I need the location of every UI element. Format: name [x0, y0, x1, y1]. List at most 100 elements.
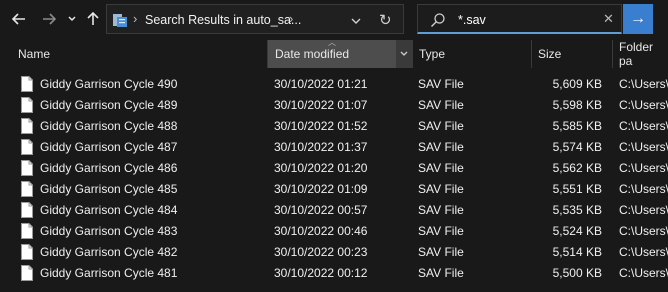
file-path: C:\Users\ — [619, 77, 668, 91]
file-row[interactable]: Giddy Garrison Cycle 482 30/10/2022 00:2… — [0, 242, 668, 263]
file-row[interactable]: Giddy Garrison Cycle 486 30/10/2022 01:2… — [0, 158, 668, 179]
file-icon — [21, 160, 33, 176]
file-path: C:\Users\ — [619, 245, 668, 259]
file-date: 30/10/2022 01:37 — [274, 140, 368, 154]
file-row[interactable]: Giddy Garrison Cycle 485 30/10/2022 01:0… — [0, 179, 668, 200]
file-date: 30/10/2022 01:09 — [274, 182, 368, 196]
column-header-folder-path[interactable]: Folder pa — [612, 40, 668, 68]
column-header-name[interactable]: Name — [0, 40, 267, 68]
arrow-right-icon: → — [630, 10, 646, 27]
breadcrumb-chevron-icon[interactable]: › — [133, 11, 137, 26]
file-name: Giddy Garrison Cycle 485 — [40, 182, 178, 196]
file-name: Giddy Garrison Cycle 483 — [40, 224, 178, 238]
file-name: Giddy Garrison Cycle 489 — [40, 98, 178, 112]
file-size: 5,585 KB — [552, 119, 602, 133]
column-header-date-label: Date modified — [275, 47, 350, 61]
file-date: 30/10/2022 01:21 — [274, 77, 368, 91]
file-path: C:\Users\ — [619, 98, 668, 112]
file-date: 30/10/2022 01:52 — [274, 119, 368, 133]
file-type: SAV File — [418, 98, 464, 112]
file-name: Giddy Garrison Cycle 487 — [40, 140, 178, 154]
file-date: 30/10/2022 00:12 — [274, 266, 368, 280]
file-path: C:\Users\ — [619, 224, 668, 238]
file-icon — [21, 181, 33, 197]
recent-locations-chevron-icon[interactable] — [64, 8, 80, 30]
file-type: SAV File — [418, 119, 464, 133]
file-icon — [21, 265, 33, 281]
search-box[interactable]: *.sav ✕ — [417, 4, 622, 34]
file-type: SAV File — [418, 224, 464, 238]
file-icon — [21, 118, 33, 134]
file-path: C:\Users\ — [619, 161, 668, 175]
address-bar[interactable]: › Search Results in auto_sa... › ↻ — [106, 4, 404, 34]
file-type: SAV File — [418, 77, 464, 91]
address-dropdown-chevron-icon[interactable] — [351, 13, 361, 31]
file-row[interactable]: Giddy Garrison Cycle 481 30/10/2022 00:1… — [0, 263, 668, 284]
file-type: SAV File — [418, 245, 464, 259]
file-name: Giddy Garrison Cycle 486 — [40, 161, 178, 175]
column-header-row: Name ︿ Date modified Type Size Folder pa — [0, 38, 668, 68]
file-icon — [21, 244, 33, 260]
file-icon — [21, 223, 33, 239]
file-size: 5,551 KB — [552, 182, 602, 196]
file-date: 30/10/2022 00:57 — [274, 203, 368, 217]
file-size: 5,524 KB — [552, 224, 602, 238]
up-arrow-icon[interactable] — [84, 8, 102, 30]
file-name: Giddy Garrison Cycle 484 — [40, 203, 178, 217]
column-header-type-label: Type — [419, 47, 446, 61]
file-row[interactable]: Giddy Garrison Cycle 484 30/10/2022 00:5… — [0, 200, 668, 221]
file-size: 5,514 KB — [552, 245, 602, 259]
search-results-folder-icon — [112, 12, 128, 33]
file-size: 5,609 KB — [552, 77, 602, 91]
file-path: C:\Users\ — [619, 182, 668, 196]
file-type: SAV File — [418, 203, 464, 217]
file-type: SAV File — [418, 140, 464, 154]
file-size: 5,562 KB — [552, 161, 602, 175]
column-header-date-modified[interactable]: ︿ Date modified — [267, 38, 396, 68]
file-size: 5,598 KB — [552, 98, 602, 112]
file-path: C:\Users\ — [619, 140, 668, 154]
clear-search-icon[interactable]: ✕ — [603, 11, 614, 27]
file-name: Giddy Garrison Cycle 481 — [40, 266, 178, 280]
file-size: 5,500 KB — [552, 266, 602, 280]
forward-arrow-icon[interactable] — [38, 8, 60, 30]
file-icon — [21, 139, 33, 155]
file-icon — [21, 202, 33, 218]
column-header-size[interactable]: Size — [531, 40, 612, 68]
file-row[interactable]: Giddy Garrison Cycle 487 30/10/2022 01:3… — [0, 137, 668, 158]
file-date: 30/10/2022 01:20 — [274, 161, 368, 175]
file-path: C:\Users\ — [619, 119, 668, 133]
sort-ascending-icon: ︿ — [328, 38, 336, 47]
search-input[interactable]: *.sav — [458, 13, 486, 27]
file-date: 30/10/2022 01:07 — [274, 98, 368, 112]
file-type: SAV File — [418, 161, 464, 175]
file-name: Giddy Garrison Cycle 490 — [40, 77, 178, 91]
column-header-name-label: Name — [18, 47, 51, 61]
file-row[interactable]: Giddy Garrison Cycle 490 30/10/2022 01:2… — [0, 74, 668, 95]
back-arrow-icon[interactable] — [8, 8, 30, 30]
column-header-size-label: Size — [538, 47, 562, 61]
file-list: Giddy Garrison Cycle 490 30/10/2022 01:2… — [0, 74, 668, 284]
search-go-button[interactable]: → — [623, 4, 653, 34]
file-date: 30/10/2022 00:23 — [274, 245, 368, 259]
file-icon — [21, 97, 33, 113]
file-icon — [21, 76, 33, 92]
file-size: 5,574 KB — [552, 140, 602, 154]
breadcrumb-chevron-icon[interactable]: › — [289, 11, 293, 26]
file-row[interactable]: Giddy Garrison Cycle 489 30/10/2022 01:0… — [0, 95, 668, 116]
file-path: C:\Users\ — [619, 203, 668, 217]
address-path-text[interactable]: Search Results in auto_sa... — [145, 13, 301, 27]
column-header-path-label: Folder pa — [619, 40, 654, 68]
toolbar: › Search Results in auto_sa... › ↻ *.sav… — [0, 0, 668, 38]
file-size: 5,535 KB — [552, 203, 602, 217]
file-type: SAV File — [418, 182, 464, 196]
file-row[interactable]: Giddy Garrison Cycle 483 30/10/2022 00:4… — [0, 221, 668, 242]
column-header-type[interactable]: Type — [412, 40, 531, 68]
file-name: Giddy Garrison Cycle 488 — [40, 119, 178, 133]
column-filter-dropdown-icon[interactable] — [396, 40, 412, 68]
search-icon — [430, 12, 446, 33]
file-row[interactable]: Giddy Garrison Cycle 488 30/10/2022 01:5… — [0, 116, 668, 137]
refresh-icon[interactable]: ↻ — [379, 11, 392, 29]
file-type: SAV File — [418, 266, 464, 280]
file-name: Giddy Garrison Cycle 482 — [40, 245, 178, 259]
